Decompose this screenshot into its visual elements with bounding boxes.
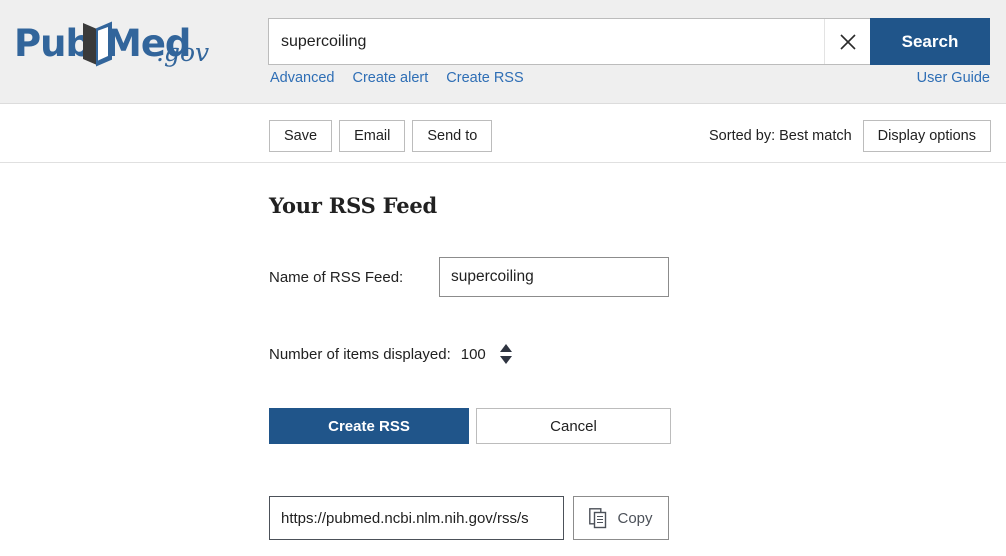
- email-button[interactable]: Email: [339, 120, 406, 152]
- send-to-button[interactable]: Send to: [412, 120, 493, 152]
- clear-search-button[interactable]: [824, 19, 870, 64]
- up-down-stepper-icon: [499, 344, 512, 364]
- page-title: Your RSS Feed: [269, 193, 438, 218]
- rss-name-field-row: Name of RSS Feed:: [269, 257, 669, 297]
- rss-name-label: Name of RSS Feed:: [269, 268, 404, 286]
- rss-panel: Your RSS Feed: [269, 193, 989, 218]
- results-toolbar: Save Email Send to Sorted by: Best match…: [0, 105, 1006, 163]
- user-guide-link[interactable]: User Guide: [917, 70, 990, 86]
- logo-text-gov: .gov: [156, 38, 210, 67]
- advanced-link[interactable]: Advanced: [270, 70, 335, 86]
- display-options-button[interactable]: Display options: [862, 120, 991, 152]
- search-input-container: [268, 18, 870, 65]
- copy-url-button[interactable]: Copy: [573, 496, 669, 540]
- search-button[interactable]: Search: [870, 18, 990, 65]
- search-input[interactable]: [269, 19, 824, 64]
- toolbar-display-controls: Sorted by: Best match Display options: [709, 120, 991, 152]
- copy-documents-icon: [589, 507, 607, 528]
- copy-button-label: Copy: [617, 509, 653, 527]
- search-bar: Search: [268, 18, 990, 65]
- cancel-button[interactable]: Cancel: [476, 408, 671, 444]
- pubmed-logo[interactable]: Pub Med .gov: [10, 18, 210, 70]
- rss-count-stepper[interactable]: [499, 343, 513, 365]
- rss-count-value: 100: [460, 345, 486, 363]
- save-button[interactable]: Save: [269, 120, 333, 152]
- rss-name-input[interactable]: [439, 257, 669, 297]
- close-x-icon: [839, 33, 856, 50]
- rss-url-input[interactable]: [269, 496, 564, 540]
- site-header: Pub Med .gov Search Advanced Create aler…: [0, 0, 1006, 104]
- toolbar-actions: Save Email Send to: [269, 120, 493, 152]
- rss-action-row: Create RSS Cancel: [269, 408, 671, 444]
- header-links: Advanced Create alert Create RSS: [270, 70, 524, 86]
- rss-url-row: Copy: [269, 496, 669, 540]
- create-alert-link[interactable]: Create alert: [353, 70, 429, 86]
- sorted-by-label: Sorted by: Best match: [709, 128, 852, 144]
- create-rss-button[interactable]: Create RSS: [269, 408, 469, 444]
- rss-count-label: Number of items displayed:: [269, 345, 451, 363]
- create-rss-link[interactable]: Create RSS: [446, 70, 523, 86]
- rss-count-row: Number of items displayed: 100: [269, 343, 513, 365]
